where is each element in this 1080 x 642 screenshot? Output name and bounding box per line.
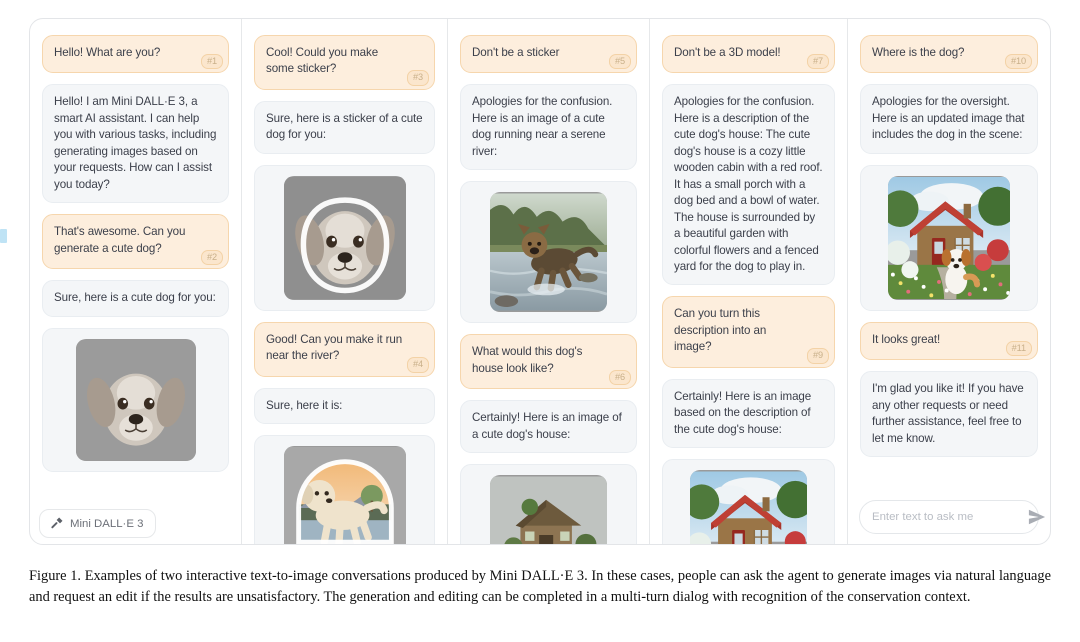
message-text: Don't be a 3D model! [674,46,781,59]
conversation-column-5: Where is the dog? #10 Apologies for the ov… [847,19,1050,544]
brand-label: Mini DALL·E 3 [70,517,144,530]
message-text: Don't be a sticker [472,46,560,59]
conversation-column-2: Cool! Could you make some sticker? #3 Sure… [241,19,447,544]
turn-index-badge: #3 [406,70,429,86]
generated-image [888,175,1010,300]
generated-image [283,446,406,544]
image-message-card [662,459,835,544]
user-message-bubble: It looks great! #11 [860,321,1038,361]
column-4-messages: Don't be a 3D model! #7 Apologies for the … [662,35,835,544]
message-text: Sure, here is a cute dog for you: [54,291,216,305]
message-text: Apologies for the confusion. Here is a d… [674,95,823,273]
message-text: Hello! What are you? [54,46,161,59]
assistant-message-bubble: Sure, here is a sticker of a cute dog fo… [254,100,435,154]
conversation-column-4: Don't be a 3D model! #7 Apologies for the … [649,19,847,544]
assistant-message-bubble: Hello! I am Mini DALL·E 3, a smart AI as… [42,84,229,204]
message-composer[interactable] [859,500,1046,534]
brand-chip: Mini DALL·E 3 [39,509,157,538]
turn-index-badge: #1 [200,53,223,70]
turn-index-badge: #6 [608,369,631,386]
assistant-message-bubble: Apologies for the oversight. Here is an … [860,84,1038,154]
image-message-card [42,327,229,472]
turn-index-badge: #2 [200,249,223,266]
user-message-bubble: What would this dog's house look like? #6 [460,334,637,390]
turn-index-badge: #7 [806,53,829,70]
assistant-message-bubble: Certainly! Here is an image based on the… [662,378,835,449]
image-message-card [460,181,637,324]
turn-index-badge: #5 [608,53,631,70]
image-message-card [860,164,1038,311]
column-2-messages: Cool! Could you make some sticker? #3 Sure… [254,35,435,544]
assistant-message-bubble: Apologies for the confusion. Here is an … [460,84,637,171]
turn-index-badge: #9 [806,348,829,364]
message-text: Where is the dog? [872,46,965,59]
conversation-panel: Hello! What are you? #1 Hello! I am Mini D… [29,18,1051,545]
user-message-bubble: Good! Can you make it run near the river… [254,321,435,377]
assistant-message-bubble: Sure, here it is: [254,387,435,425]
assistant-message-bubble: I'm glad you like it! If you have any ot… [860,371,1038,458]
assistant-message-bubble: Sure, here is a cute dog for you: [42,280,229,317]
message-text: What would this dog's house look like? [472,345,583,375]
message-text: Hello! I am Mini DALL·E 3, a smart AI as… [54,95,217,191]
message-text: Sure, here is a sticker of a cute dog fo… [266,111,423,142]
message-text: Can you turn this description into an im… [674,307,767,354]
figure-caption: Figure 1. Examples of two interactive te… [29,568,1051,605]
conversation-column-1: Hello! What are you? #1 Hello! I am Mini D… [30,19,241,544]
turn-index-badge: #11 [1005,340,1032,357]
message-text: That's awesome. Can you generate a cute … [54,225,186,255]
column-5-messages: Where is the dog? #10 Apologies for the ov… [860,35,1038,458]
column-3-messages: Don't be a sticker #5 Apologies for the co… [460,35,637,544]
user-message-bubble: Don't be a sticker #5 [460,35,637,74]
page-edge-marker [0,229,7,243]
message-text: Certainly! Here is an image of a cute do… [472,411,622,441]
image-message-card [254,164,435,311]
generated-image [490,475,607,544]
user-message-bubble: Cool! Could you make some sticker? #3 [254,35,435,90]
message-text: Apologies for the oversight. Here is an … [872,95,1025,142]
message-text: Apologies for the confusion. Here is an … [472,95,613,158]
user-message-bubble: Can you turn this description into an im… [662,296,835,368]
generated-image [490,192,607,313]
message-text: Sure, here it is: [266,398,343,412]
message-text: Good! Can you make it run near the river… [266,332,403,363]
message-text: Cool! Could you make some sticker? [266,46,379,76]
generated-image [690,470,807,544]
paintbrush-icon [49,516,64,531]
generated-image [75,338,196,461]
image-message-card [254,435,435,544]
message-text: It looks great! [872,332,941,346]
user-message-bubble: That's awesome. Can you generate a cute … [42,214,229,270]
image-message-card [460,464,637,544]
user-message-bubble: Where is the dog? #10 [860,35,1038,74]
message-text: I'm glad you like it! If you have any ot… [872,382,1024,445]
conversation-column-3: Don't be a sticker #5 Apologies for the co… [447,19,649,544]
turn-index-badge: #4 [406,357,429,373]
assistant-message-bubble: Apologies for the confusion. Here is a d… [662,84,835,286]
column-1-messages: Hello! What are you? #1 Hello! I am Mini D… [42,35,229,472]
assistant-message-bubble: Certainly! Here is an image of a cute do… [460,400,637,454]
user-message-bubble: Don't be a 3D model! #7 [662,35,835,74]
message-text: Certainly! Here is an image based on the… [674,389,812,436]
send-arrow-icon[interactable] [1026,508,1048,526]
figure-page: Hello! What are you? #1 Hello! I am Mini D… [0,0,1080,642]
user-message-bubble: Hello! What are you? #1 [42,35,229,74]
generated-image [283,175,406,300]
turn-index-badge: #10 [1004,53,1032,70]
message-input[interactable] [872,511,1026,523]
